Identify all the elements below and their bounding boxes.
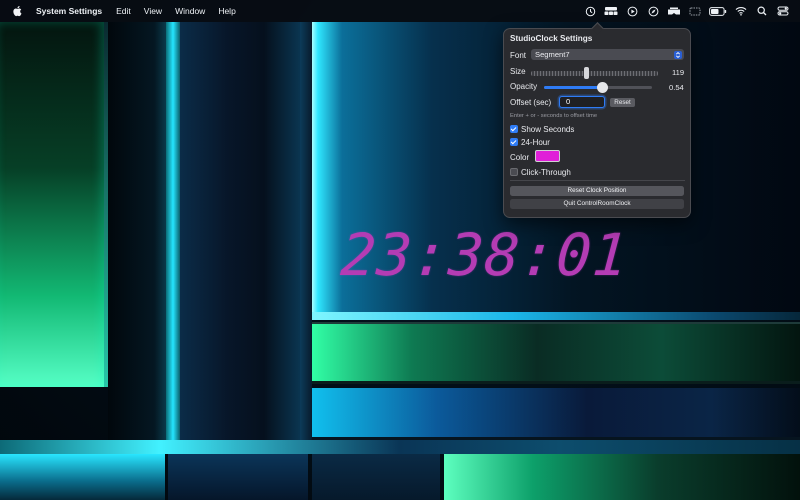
wallpaper-panel: [180, 22, 300, 442]
size-value: 119: [672, 68, 685, 77]
popover-title: StudioClock Settings: [510, 34, 593, 43]
menu-view[interactable]: View: [144, 0, 162, 22]
menu-app-name[interactable]: System Settings: [36, 0, 102, 22]
opacity-label: Opacity: [510, 82, 538, 91]
wallpaper-panel: [312, 322, 800, 384]
opacity-slider-knob[interactable]: [596, 82, 608, 93]
apple-logo-icon[interactable]: [12, 5, 24, 17]
show-seconds-label[interactable]: Show Seconds: [521, 125, 574, 134]
control-center-icon[interactable]: [774, 0, 792, 22]
menu-window[interactable]: Window: [175, 0, 205, 22]
clock-settings-popover: StudioClock Settings Font Segment7 Size …: [503, 22, 691, 218]
menu-bar: System Settings Edit View Window Help: [0, 0, 800, 22]
wallpaper-panel: [444, 454, 800, 500]
size-label: Size: [510, 67, 526, 76]
wallpaper-panel: [168, 454, 308, 500]
search-icon[interactable]: [753, 0, 771, 22]
menu-help[interactable]: Help: [218, 0, 235, 22]
battery-icon[interactable]: [707, 0, 729, 22]
status-area: [578, 0, 800, 22]
control-room-icon[interactable]: [602, 0, 620, 22]
display-icon[interactable]: [686, 0, 704, 22]
quit-button[interactable]: Quit ControlRoomClock: [510, 199, 684, 209]
click-through-label[interactable]: Click-Through: [521, 168, 571, 177]
wallpaper-panel: [108, 22, 166, 442]
offset-hint: Enter + or - seconds to offset time: [510, 113, 598, 119]
24-hour-checkbox[interactable]: [510, 138, 518, 146]
play-icon[interactable]: [623, 0, 641, 22]
chevron-updown-icon: [674, 50, 682, 59]
wallpaper-panel: [0, 454, 165, 500]
opacity-slider-fill: [544, 86, 603, 89]
wifi-icon[interactable]: [732, 0, 750, 22]
font-select[interactable]: Segment7: [531, 49, 684, 60]
clock-status-icon[interactable]: [581, 0, 599, 22]
offset-label: Offset (sec): [510, 98, 552, 107]
menu-edit[interactable]: Edit: [116, 0, 131, 22]
wallpaper-panel: [312, 312, 800, 320]
wallpaper-panel: [0, 440, 800, 454]
desktop-clock[interactable]: 23:38:01: [339, 220, 631, 290]
color-well[interactable]: [535, 150, 560, 162]
divider: [510, 180, 685, 181]
color-label: Color: [510, 152, 530, 162]
show-seconds-checkbox[interactable]: [510, 125, 518, 133]
offset-input[interactable]: 0: [559, 96, 605, 108]
compass-icon[interactable]: [644, 0, 662, 22]
wallpaper-panel: [312, 454, 440, 500]
wallpaper-panel: [0, 22, 108, 387]
click-through-checkbox[interactable]: [510, 168, 518, 176]
wallpaper-panel: [300, 22, 312, 442]
wallpaper-panel: [166, 22, 180, 442]
vr-headset-icon[interactable]: [665, 0, 683, 22]
24-hour-label[interactable]: 24-Hour: [521, 138, 550, 147]
font-select-value: Segment7: [535, 50, 570, 59]
size-slider[interactable]: [531, 71, 658, 76]
opacity-value: 0.54: [669, 83, 684, 92]
size-slider-knob[interactable]: [584, 67, 589, 79]
font-label: Font: [510, 51, 527, 60]
wallpaper-panel: [312, 388, 800, 440]
offset-reset-button[interactable]: Reset: [610, 98, 635, 107]
reset-clock-position-button[interactable]: Reset Clock Position: [510, 186, 684, 196]
